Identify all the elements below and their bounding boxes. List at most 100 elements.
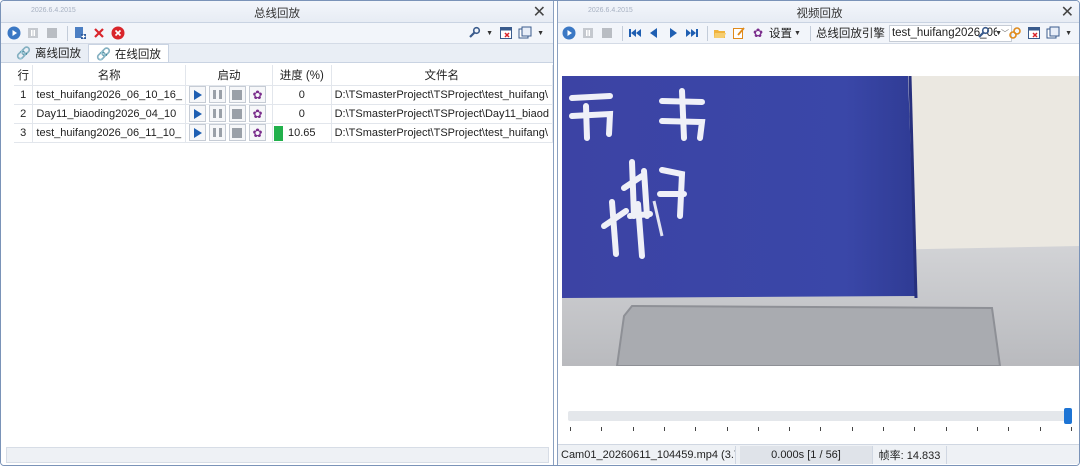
bus-replay-titlebar: 2026.6.4.2015 总线回放 ✕ [1, 1, 553, 23]
progress-bar [273, 125, 283, 141]
clear-all-icon[interactable] [110, 25, 126, 41]
toolbar-separator [622, 25, 623, 41]
chevron-down-icon[interactable]: ▼ [1065, 30, 1072, 37]
tab-online-replay[interactable]: 🔗 在线回放 [87, 44, 169, 62]
play-icon [194, 108, 203, 119]
gear-icon: ✿ [252, 87, 263, 102]
settings-label: 设置 [769, 28, 792, 40]
close-icon[interactable]: ✕ [533, 2, 546, 22]
timeline-tick [663, 427, 665, 431]
column-header-name[interactable]: 名称 [32, 65, 186, 86]
video-replay-titlebar: 2026.6.4.2015 视频回放 ✕ [558, 1, 1079, 23]
timeline-tick [1039, 427, 1041, 431]
stop-button[interactable] [228, 105, 246, 122]
column-header-start[interactable]: 启动 [185, 65, 273, 86]
status-fps: 帧率: 14.833 [873, 445, 947, 464]
window-close-icon[interactable] [1026, 25, 1042, 41]
step-forward-icon[interactable] [665, 25, 681, 41]
app-window: 2026.6.4.2015 总线回放 ✕ ▼ ▼ 🔗 离线回放 🔗 在线回放 行… [0, 0, 1080, 466]
column-header-progress[interactable]: 进度 (%) [272, 65, 332, 86]
file-path[interactable]: D:\TSmasterProject\TSProject\Day11_biaod [331, 104, 554, 124]
link-icon[interactable] [1007, 25, 1023, 41]
chevron-down-icon[interactable]: ▼ [995, 30, 1002, 37]
play-icon [194, 127, 203, 138]
timeline-tick [851, 427, 853, 431]
window-layout-icon[interactable] [1045, 25, 1061, 41]
video-frame [562, 76, 1079, 366]
bus-replay-panel: 2026.6.4.2015 总线回放 ✕ ▼ ▼ 🔗 离线回放 🔗 在线回放 行… [1, 1, 554, 465]
settings-button[interactable]: ✿ [248, 86, 266, 103]
video-status-bar: Cam01_20260611_104459.mp4 (3.775s) 0.000… [558, 444, 1079, 464]
timeline-thumb[interactable] [1064, 408, 1072, 424]
play-button[interactable] [188, 105, 206, 122]
progress-cell: 0 [272, 85, 332, 105]
file-path[interactable]: D:\TSmasterProject\TSProject\test_huifan… [331, 123, 554, 143]
window-close-icon[interactable] [498, 25, 514, 41]
video-toolbar: ✿ 设置 ▼ 总线回放引擎 test_huifang2026_06 ﹀ ▼ ▼ [558, 23, 1079, 44]
edit-icon[interactable] [731, 25, 747, 41]
video-frame-image [562, 76, 1079, 366]
stop-icon[interactable] [599, 25, 615, 41]
progress-cell: 10.65 [272, 123, 332, 143]
file-path[interactable]: D:\TSmasterProject\TSProject\test_huifan… [331, 85, 554, 105]
wrench-icon[interactable] [975, 25, 991, 41]
close-icon[interactable]: ✕ [1061, 2, 1074, 22]
timeline-track[interactable] [568, 411, 1072, 421]
gear-icon[interactable]: ✿ [750, 25, 766, 41]
pause-icon[interactable] [580, 25, 596, 41]
timeline-tick [945, 427, 947, 431]
step-back-icon[interactable] [646, 25, 662, 41]
chevron-down-icon[interactable]: ▼ [486, 30, 493, 37]
settings-menu[interactable]: 设置 [769, 25, 792, 41]
horizontal-scrollbar[interactable] [6, 447, 549, 463]
pause-icon [212, 109, 222, 118]
replay-name[interactable]: test_huifang2026_06_11_10_ [32, 123, 186, 143]
table-row[interactable]: 3 test_huifang2026_06_11_10_ ✿ 10.65 D:\… [14, 123, 554, 143]
play-button[interactable] [188, 86, 206, 103]
progress-value: 0 [298, 88, 305, 101]
timeline-tick [570, 427, 571, 431]
stop-icon[interactable] [44, 25, 60, 41]
replay-name[interactable]: Day11_biaoding2026_04_10 [32, 104, 186, 124]
pause-icon [212, 128, 222, 137]
open-folder-icon[interactable] [712, 25, 728, 41]
stop-icon [232, 89, 243, 100]
pause-button[interactable] [208, 105, 226, 122]
status-file: Cam01_20260611_104459.mp4 (3.775s) [558, 445, 736, 464]
chevron-down-icon[interactable]: ▼ [794, 30, 801, 37]
window-layout-icon[interactable] [517, 25, 533, 41]
play-button[interactable] [188, 124, 206, 141]
stop-button[interactable] [228, 86, 246, 103]
progress-value: 10.65 [288, 126, 316, 139]
tab-offline-replay[interactable]: 🔗 离线回放 [9, 44, 88, 62]
bus-replay-toolbar-right: ▼ ▼ [466, 25, 549, 41]
pause-button[interactable] [208, 86, 226, 103]
table-row[interactable]: 1 test_huifang2026_06_10_16_ ✿ 0 D:\TSma… [14, 85, 554, 105]
add-file-icon[interactable] [72, 25, 88, 41]
timeline-tick [726, 427, 728, 431]
settings-button[interactable]: ✿ [248, 105, 266, 122]
chevron-down-icon[interactable]: ▼ [537, 30, 544, 37]
settings-button[interactable]: ✿ [248, 124, 266, 141]
row-number: 1 [14, 85, 34, 105]
table-header-row: 行 名称 启动 进度 (%) 文件名 [14, 65, 554, 86]
stop-button[interactable] [228, 124, 246, 141]
video-toolbar-right: ▼ ▼ [975, 25, 1077, 41]
column-header-row-no[interactable]: 行 [14, 65, 34, 86]
start-icon[interactable] [6, 25, 22, 41]
start-icon[interactable] [561, 25, 577, 41]
wrench-icon[interactable] [466, 25, 482, 41]
pause-button[interactable] [208, 124, 226, 141]
table-row[interactable]: 2 Day11_biaoding2026_04_10 ✿ 0 D:\TSmast… [14, 104, 554, 124]
column-header-filename[interactable]: 文件名 [331, 65, 554, 86]
skip-to-start-icon[interactable] [627, 25, 643, 41]
delete-icon[interactable] [91, 25, 107, 41]
replay-name[interactable]: test_huifang2026_06_10_16_ [32, 85, 186, 105]
skip-to-end-icon[interactable] [684, 25, 700, 41]
pause-icon [212, 90, 222, 99]
timeline-tick [601, 427, 603, 431]
timeline-slider[interactable] [564, 401, 1076, 436]
timeline-tick [1008, 427, 1010, 431]
timeline-tick [695, 427, 697, 431]
pause-icon[interactable] [25, 25, 41, 41]
